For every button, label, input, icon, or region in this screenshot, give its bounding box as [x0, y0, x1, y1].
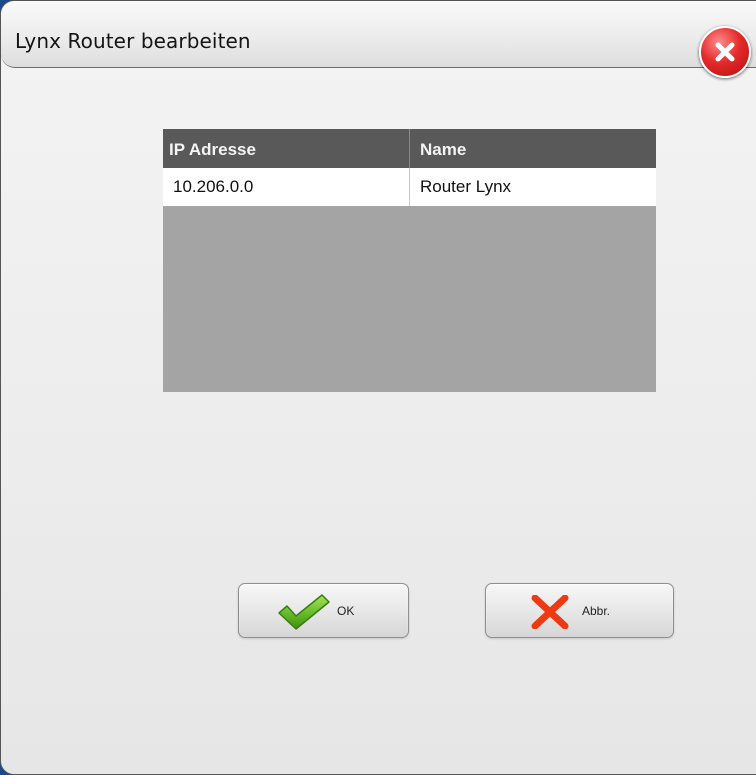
- dialog-title: Lynx Router bearbeiten: [15, 29, 251, 53]
- table-header: IP Adresse Name: [163, 129, 656, 168]
- close-button[interactable]: [699, 26, 751, 78]
- close-icon: [715, 42, 735, 62]
- checkmark-icon: [278, 594, 330, 630]
- cell-name: Router Lynx: [420, 177, 512, 196]
- router-table: IP Adresse Name 10.206.0.0 Router Lynx: [163, 129, 656, 392]
- column-header-ip-address[interactable]: IP Adresse: [163, 129, 410, 168]
- table-row[interactable]: 10.206.0.0 Router Lynx: [163, 168, 656, 206]
- router-edit-dialog: Lynx Router bearbeiten IP Adresse Name 1…: [0, 0, 756, 775]
- x-icon: [531, 595, 569, 629]
- ok-button[interactable]: OK: [238, 583, 409, 638]
- cancel-button[interactable]: Abbr.: [485, 583, 674, 638]
- ok-button-label: OK: [337, 604, 355, 618]
- cell-ip-address: 10.206.0.0: [163, 168, 410, 206]
- dialog-titlebar: Lynx Router bearbeiten: [1, 1, 756, 78]
- column-header-name[interactable]: Name: [411, 129, 656, 168]
- cancel-button-label: Abbr.: [582, 604, 611, 618]
